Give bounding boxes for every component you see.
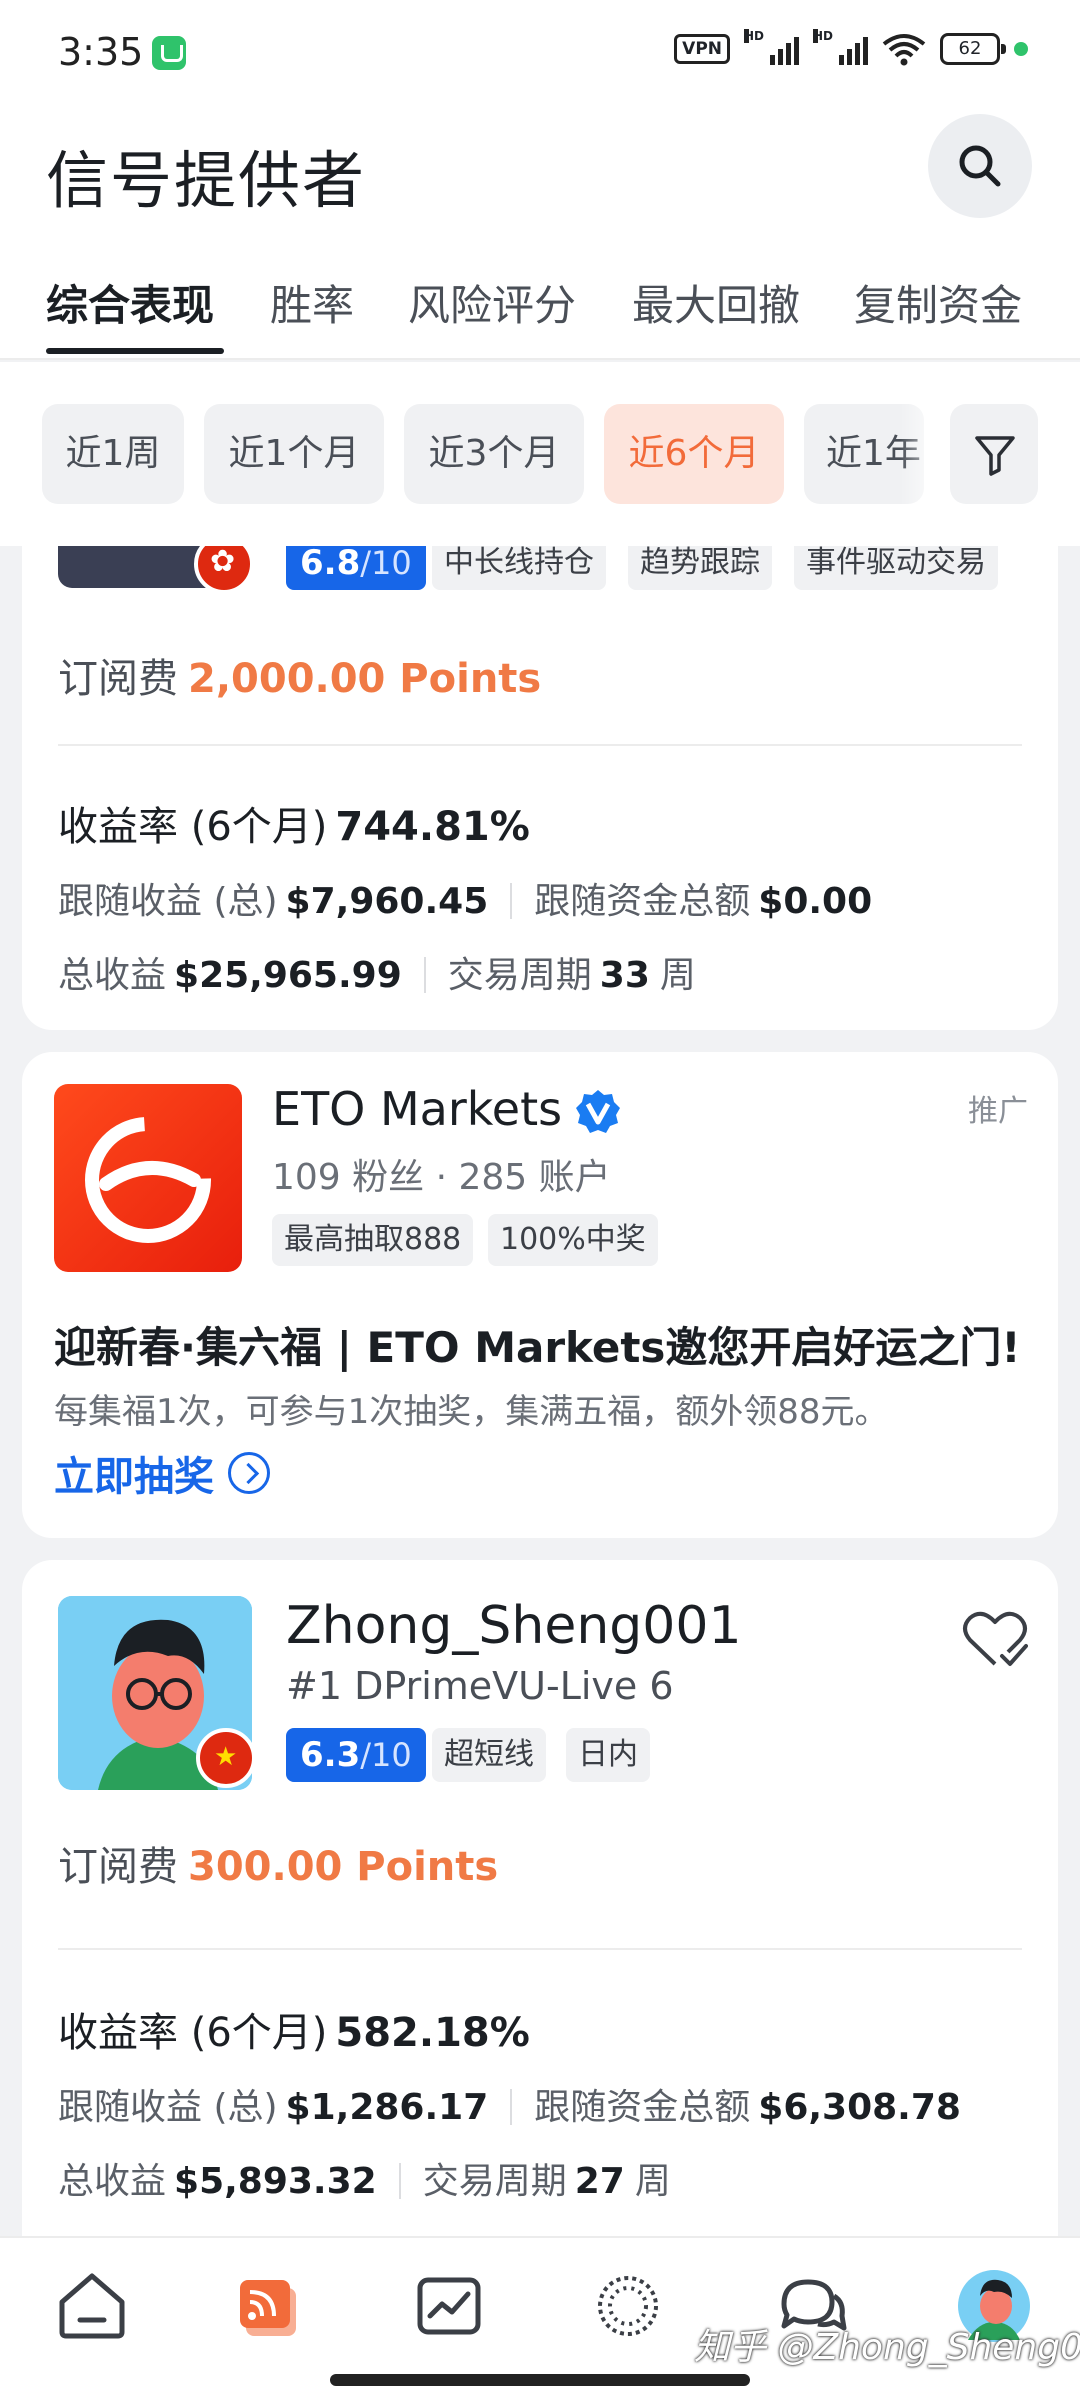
tab-risk-score[interactable]: 风险评分	[408, 272, 576, 333]
promotion-label: 推广	[968, 1094, 1028, 1129]
profit-stats: 总收益 $25,965.99 交易周期 33 周	[58, 955, 696, 996]
filter-1-week[interactable]: 近1周	[42, 404, 184, 504]
tab-copy-funds[interactable]: 复制资金	[854, 272, 1022, 333]
page-title: 信号提供者	[46, 144, 367, 217]
divider	[58, 744, 1022, 746]
strategy-tag: 事件驱动交易	[794, 546, 998, 590]
community-icon[interactable]	[588, 2266, 668, 2346]
provider-card[interactable]: Zhong_Sheng001 #1 DPrimeVU-Live 6 6.3/10…	[22, 1560, 1058, 2240]
period-filters: 近1周 近1个月 近3个月 近6个月 近1年	[0, 362, 1080, 546]
ad-description: 每集福1次，可参与1次抽奖，集满五福，额外领88元。	[54, 1392, 889, 1432]
filter-6-months[interactable]: 近6个月	[604, 404, 784, 504]
advertiser-stats: 109 粉丝 · 285 账户	[272, 1157, 611, 1198]
follow-stats: 跟随收益 (总) $1,286.17 跟随资金总额 $6,308.78	[58, 2087, 961, 2128]
divider	[58, 1948, 1022, 1950]
promotion-card[interactable]: ETO Markets 推广 109 粉丝 · 285 账户 最高抽取888 1…	[22, 1052, 1058, 1538]
tab-overall[interactable]: 综合表现	[46, 272, 214, 333]
provider-card[interactable]: 6.8/10 中长线持仓 趋势跟踪 事件驱动交易 订阅费2,000.00 Poi…	[22, 546, 1058, 1030]
profit-stats: 总收益 $5,893.32 交易周期 27 周	[58, 2161, 671, 2202]
active-tab-indicator	[46, 348, 224, 354]
home-icon[interactable]	[52, 2266, 132, 2346]
ad-headline: 迎新春·集六福 | ETO Markets邀您开启好运之门!	[54, 1323, 1021, 1372]
risk-score-badge: 6.8/10	[286, 546, 426, 590]
strategy-tag: 超短线	[432, 1728, 546, 1782]
return-rate: 收益率 (6个月) 744.81%	[58, 804, 530, 850]
signal-icon: HD	[744, 29, 799, 65]
app-header: 信号提供者	[0, 100, 1080, 260]
search-button[interactable]	[928, 114, 1032, 218]
favorite-heart-icon[interactable]	[962, 1610, 1028, 1670]
chart-icon[interactable]	[410, 2266, 490, 2346]
privacy-dot-icon	[1014, 42, 1028, 56]
hd-label-2: HD	[813, 29, 834, 43]
draw-now-link[interactable]: 立即抽奖	[54, 1444, 270, 1502]
home-indicator	[330, 2374, 750, 2386]
arrow-circle-icon	[228, 1452, 270, 1494]
promo-tag: 100%中奖	[488, 1214, 658, 1266]
advertiser-name: ETO Markets	[272, 1082, 563, 1136]
strategy-tag: 趋势跟踪	[628, 546, 772, 590]
watermark: 知乎 @Zhong_Sheng001	[694, 2327, 1080, 2368]
provider-name[interactable]: Zhong_Sheng001	[286, 1596, 742, 1656]
signal-icon-2: HD	[813, 29, 868, 65]
china-flag-icon	[196, 1728, 256, 1788]
filter-3-months[interactable]: 近3个月	[404, 404, 584, 504]
status-icons: VPN HD HD 62	[674, 29, 1028, 66]
filter-icon	[975, 436, 1015, 476]
tab-max-drawdown[interactable]: 最大回撤	[632, 272, 800, 333]
filter-1-month[interactable]: 近1个月	[204, 404, 384, 504]
signals-icon[interactable]	[232, 2266, 312, 2346]
follow-stats: 跟随收益 (总) $7,960.45 跟随资金总额 $0.00	[58, 881, 873, 922]
strategy-tag: 日内	[566, 1728, 650, 1782]
scroll-fade	[900, 404, 950, 504]
vpn-icon: VPN	[674, 34, 730, 64]
risk-score-badge: 6.3/10	[286, 1728, 426, 1782]
strategy-tag: 中长线持仓	[432, 546, 606, 590]
filter-button[interactable]	[950, 404, 1038, 504]
search-icon	[959, 145, 1001, 187]
provider-account: #1 DPrimeVU-Live 6	[286, 1664, 674, 1708]
hd-label: HD	[744, 29, 765, 43]
eto-logo	[54, 1084, 242, 1272]
promo-tag: 最高抽取888	[272, 1214, 474, 1266]
return-rate: 收益率 (6个月) 582.18%	[58, 2010, 530, 2056]
status-time: 3:35	[58, 30, 144, 74]
status-bar: 3:35 VPN HD HD 62	[0, 0, 1080, 100]
tab-win-rate[interactable]: 胜率	[270, 272, 354, 333]
subscription-fee: 订阅费 300.00 Points	[58, 1844, 499, 1890]
battery-icon: 62	[940, 33, 1006, 65]
subscription-fee: 订阅费 2,000.00 Points	[58, 656, 542, 702]
sort-tabs: 综合表现 胜率 风险评分 最大回撤 复制资金	[0, 260, 1080, 360]
verified-icon	[576, 1090, 620, 1133]
wifi-icon	[882, 34, 926, 66]
app-notification-icon	[152, 36, 186, 70]
